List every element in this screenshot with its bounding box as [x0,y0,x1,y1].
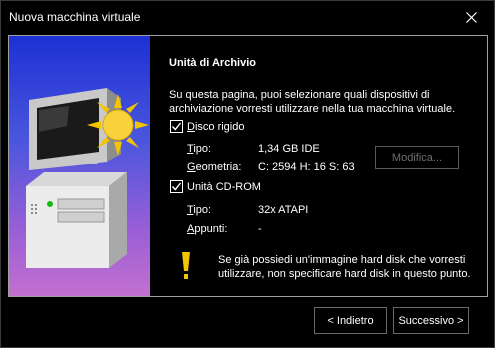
close-icon [465,12,477,23]
window-title: Nuova macchina virtuale [9,10,141,24]
computer-illustration [26,88,149,268]
wizard-panel: Unità di Archivio Su questa pagina, puoi… [150,36,487,296]
page-intro: Su questa pagina, puoi selezionare quali… [169,89,456,115]
warning-icon [182,252,190,279]
hard-disk-label: Disco rigido [187,120,245,133]
close-button[interactable] [448,1,494,34]
warning-text: Se già possiedi un'immagine hard disk ch… [218,254,471,280]
hard-disk-type-value: 1,34 GB IDE [258,143,320,155]
wizard-side-image [9,36,150,296]
hard-disk-geometry-label: Geometria: [187,161,242,173]
wizard-content: Unità di Archivio Su questa pagina, puoi… [8,35,488,297]
cdrom-checkbox[interactable] [170,180,183,193]
cdrom-notes-value: - [258,223,262,235]
page-heading: Unità di Archivio [169,57,256,69]
checkmark-icon [171,182,182,191]
back-button[interactable]: < Indietro [314,307,387,334]
cdrom-checkbox-row[interactable]: Unità CD-ROM [170,180,261,193]
next-button[interactable]: Successivo > [393,307,469,334]
title-bar: Nuova macchina virtuale [1,1,494,34]
cdrom-notes-label: Appunti: [187,223,228,235]
dialog-window: Nuova macchina virtuale Unità di Archivi… [0,0,495,348]
cdrom-type-label: Tipo: [187,204,212,216]
cdrom-label: Unità CD-ROM [187,180,261,193]
cdrom-type-value: 32x ATAPI [258,204,309,216]
hard-disk-checkbox[interactable] [170,120,183,133]
modify-button[interactable]: Modifica... [375,146,459,169]
hard-disk-checkbox-row[interactable]: Disco rigido [170,120,244,133]
hard-disk-type-label: Tipo: [187,143,212,155]
checkmark-icon [171,122,182,131]
hard-disk-geometry-value: C: 2594 H: 16 S: 63 [258,161,355,173]
